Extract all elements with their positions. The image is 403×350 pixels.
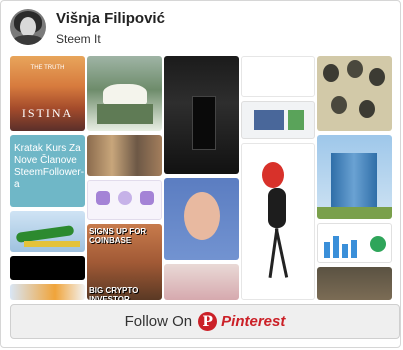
pin-tulips[interactable] — [87, 56, 162, 131]
pinterest-logo-icon: P — [198, 312, 218, 331]
avatar[interactable] — [10, 9, 46, 45]
profile-name[interactable]: Višnja Filipović — [56, 10, 165, 27]
follow-on-pinterest-button[interactable]: Follow On P Pinterest — [10, 304, 400, 339]
pin-blank[interactable] — [241, 56, 315, 97]
pin-dark-photo[interactable] — [317, 267, 392, 300]
pin-computer[interactable] — [164, 56, 239, 174]
pin-istina[interactable]: THE TRUTH ISTINA — [10, 56, 85, 131]
pin-istina-word: ISTINA — [21, 106, 74, 120]
pin-black[interactable] — [10, 256, 85, 280]
pin-kurs-text: Kratak Kurs Za Nove Članove SteemFollowe… — [14, 143, 85, 190]
pin-portrait[interactable] — [164, 178, 239, 260]
pin-partial[interactable] — [10, 284, 85, 300]
pinterest-widget: Višnja Filipović Steem It THE TRUTH ISTI… — [0, 0, 401, 348]
pin-meme-bottom: BIG CRYPTO INVESTOR — [89, 286, 139, 300]
pin-green-toy[interactable] — [10, 211, 85, 252]
pin-flowers[interactable] — [164, 264, 239, 300]
follow-on-label: Follow On — [124, 313, 193, 330]
pin-ui-icons[interactable] — [87, 180, 162, 220]
profile-header[interactable]: Višnja Filipović Steem It — [1, 1, 400, 53]
pin-istina-small-title: THE TRUTH — [30, 65, 65, 71]
pin-gallery[interactable] — [87, 135, 162, 176]
pin-dashboard[interactable] — [317, 223, 392, 263]
pin-kurs[interactable]: Kratak Kurs Za Nove Članove SteemFollowe… — [10, 135, 85, 207]
pin-illustration[interactable] — [241, 143, 315, 300]
pin-meme-top: SIGNS UP FOR COINBASE — [89, 227, 147, 245]
pin-screenshot[interactable] — [241, 101, 315, 139]
pin-stones[interactable] — [317, 56, 392, 131]
pinterest-wordmark: Pinterest — [221, 313, 286, 330]
pin-building[interactable] — [317, 135, 392, 219]
pin-meme[interactable]: SIGNS UP FOR COINBASE BIG CRYPTO INVESTO… — [87, 224, 162, 300]
profile-subtitle: Steem It — [56, 32, 101, 46]
